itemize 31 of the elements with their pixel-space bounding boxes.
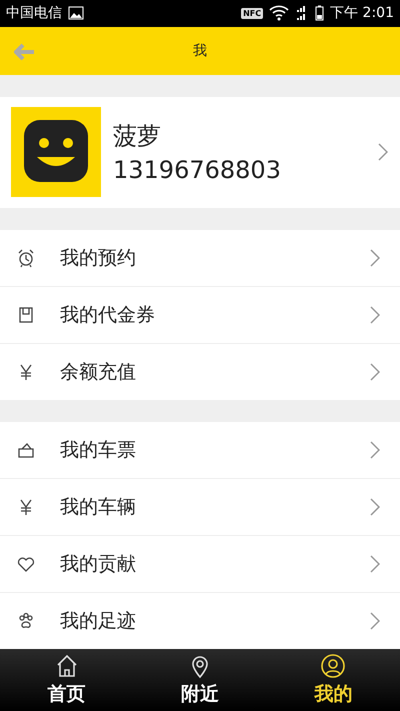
- menu-item[interactable]: 我的预约: [0, 230, 400, 286]
- user-name: 菠萝: [113, 121, 162, 152]
- nav-tab[interactable]: 首页: [0, 648, 134, 711]
- menu-item[interactable]: 我的贡献: [0, 534, 400, 592]
- chevron-icon: [370, 362, 380, 381]
- chevron-icon: [370, 612, 380, 630]
- chevron-icon: [370, 306, 380, 324]
- battery-icon: [315, 5, 324, 22]
- chevron-icon: [370, 498, 380, 516]
- clock-time: 下午 2:01: [330, 4, 394, 22]
- menu-item[interactable]: 我的车辆: [0, 478, 400, 535]
- menu-item[interactable]: 我的代金券: [0, 286, 400, 343]
- menu-item[interactable]: 余额充值: [0, 342, 400, 400]
- smiley-avatar-icon: [11, 107, 101, 198]
- chevron-icon: [370, 248, 380, 267]
- nav-tab[interactable]: 我的: [266, 648, 400, 711]
- chevron-icon: [370, 554, 380, 573]
- page-title: 我: [193, 42, 207, 60]
- carrier-name: 中国电信: [6, 4, 62, 22]
- phone-number: 13196768803: [113, 156, 282, 184]
- nav-tab[interactable]: 附近: [133, 648, 267, 711]
- back-arrow-icon[interactable]: [14, 42, 36, 61]
- chevron-icon: [378, 143, 388, 162]
- user-icon: [320, 652, 346, 679]
- profile-card[interactable]: 菠萝 13196768803: [0, 97, 400, 208]
- chevron-icon: [370, 440, 380, 459]
- menu-item[interactable]: 我的车票: [0, 422, 400, 478]
- alarm-clock-icon: [16, 248, 36, 268]
- nfc-indicator: NFC: [241, 8, 264, 19]
- image-icon: [68, 6, 84, 20]
- wifi-icon: [269, 5, 290, 22]
